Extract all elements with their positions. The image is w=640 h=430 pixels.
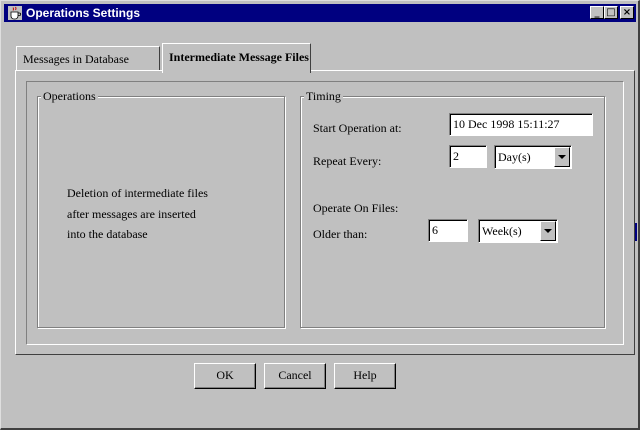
older-unit-value: Week(s) [482,224,522,238]
tab-panel: Operations Deletion of intermediate file… [15,70,635,355]
timing-group: Timing Start Operation at: 10 Dec 1998 1… [300,89,605,328]
older-than-field[interactable]: 6 [428,219,468,242]
window-edge-marker [635,223,637,241]
java-cup-icon [8,6,22,20]
description-line: into the database [67,227,148,241]
start-operation-label: Start Operation at: [313,121,402,135]
help-button[interactable]: Help [334,363,396,389]
minimize-button[interactable]: _ [590,6,604,19]
title-bar[interactable]: Operations Settings _ □ × [4,4,636,22]
chevron-down-icon[interactable] [554,147,570,167]
description-line: Deletion of intermediate files [67,186,208,200]
repeat-unit-value: Day(s) [498,150,531,164]
maximize-button[interactable]: □ [604,6,618,19]
tab-intermediate-message-files[interactable]: Intermediate Message Files [162,43,311,73]
cancel-button[interactable]: Cancel [264,363,326,389]
chevron-down-icon[interactable] [540,221,556,241]
close-button[interactable]: × [620,6,634,19]
operations-settings-window: Operations Settings _ □ × Messages in Da… [0,0,640,430]
older-unit-select[interactable]: Week(s) [478,219,558,243]
ok-button[interactable]: OK [194,363,256,389]
window-title: Operations Settings [26,6,141,20]
timing-legend: Timing [304,89,343,103]
older-than-label: Older than: [313,227,368,241]
operations-legend: Operations [41,89,98,103]
tab-messages-in-database[interactable]: Messages in Database [16,46,160,71]
operate-on-files-label: Operate On Files: [313,201,399,215]
repeat-unit-select[interactable]: Day(s) [494,145,572,169]
repeat-every-label: Repeat Every: [313,154,382,168]
settings-panel: Operations Deletion of intermediate file… [26,81,624,345]
operations-description: Deletion of intermediate files after mes… [67,183,208,245]
repeat-interval-field[interactable]: 2 [449,145,487,168]
operations-group: Operations Deletion of intermediate file… [37,89,285,328]
description-line: after messages are inserted [67,206,196,221]
start-operation-field[interactable]: 10 Dec 1998 15:11:27 [449,113,593,136]
